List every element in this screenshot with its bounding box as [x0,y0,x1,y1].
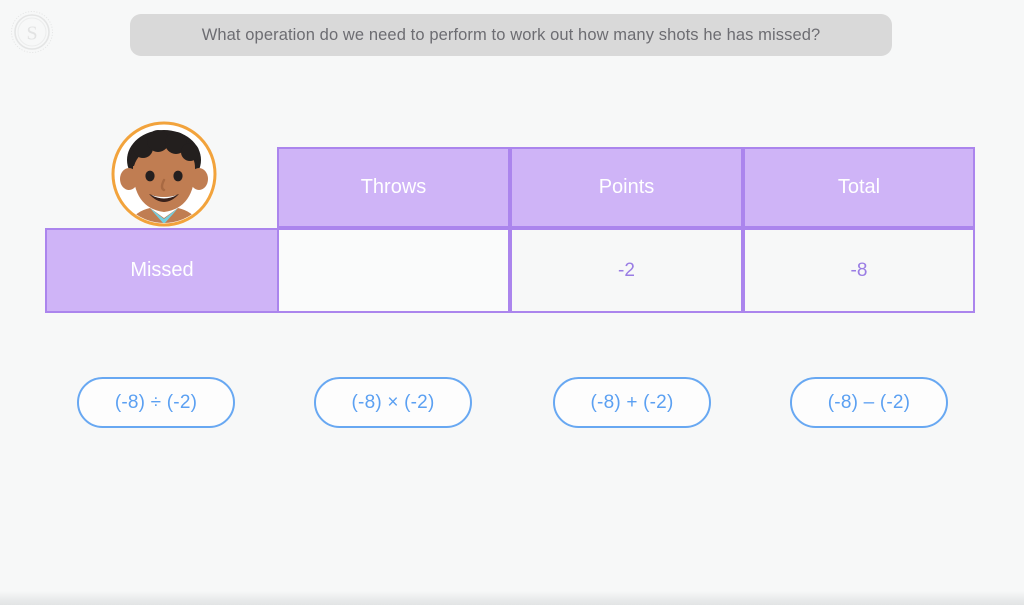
question-banner: What operation do we need to perform to … [130,14,892,56]
answer-option-multiply[interactable]: (-8) × (-2) [314,377,472,428]
scores-table: Throws Points Total Missed -2 -8 [45,147,975,313]
answer-options: (-8) ÷ (-2) (-8) × (-2) (-8) + (-2) (-8)… [0,377,1024,429]
page-bottom-shade [0,591,1024,605]
table-header-total: Total [743,147,975,228]
table-cell-missed-points: -2 [510,228,743,313]
table-header-throws: Throws [277,147,510,228]
table-cell-missed-throws[interactable] [277,228,510,313]
table-header-points: Points [510,147,743,228]
table-cell-missed-total: -8 [743,228,975,313]
answer-option-add[interactable]: (-8) + (-2) [553,377,711,428]
table-row-label-missed: Missed [45,228,279,313]
answer-option-subtract[interactable]: (-8) – (-2) [790,377,948,428]
svg-text:S: S [26,23,37,45]
answer-option-divide[interactable]: (-8) ÷ (-2) [77,377,235,428]
app-logo: S [10,10,54,54]
question-text: What operation do we need to perform to … [201,25,821,44]
